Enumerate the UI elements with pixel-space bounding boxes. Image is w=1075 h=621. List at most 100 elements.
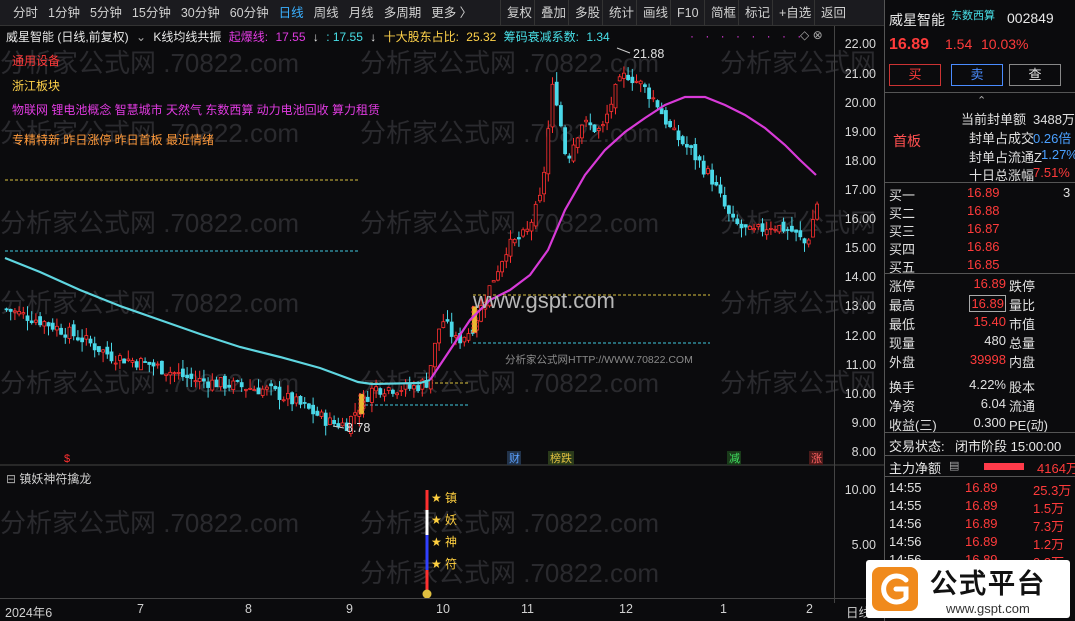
app-window: 分时 1分钟 5分钟 15分钟 30分钟 60分钟 日线 周线 月线 多周期 更… (0, 0, 1075, 621)
draw-line-button[interactable]: 画线 (636, 0, 674, 26)
check-button[interactable]: 查 (1009, 64, 1061, 86)
seal-vol: 0.26倍 (1033, 131, 1072, 146)
tab-monthly[interactable]: 月线 (344, 0, 379, 26)
sell-button[interactable]: 卖 (951, 64, 1003, 86)
candle-body (659, 108, 664, 115)
tab-weekly[interactable]: 周线 (309, 0, 344, 26)
candle-body (180, 368, 185, 378)
candle-body (718, 184, 723, 194)
candle-body (222, 375, 227, 389)
dropdown-arrow-icon[interactable]: ⌄ (136, 30, 146, 44)
collapse-icon[interactable]: ⌃ (977, 94, 986, 107)
candle-body (521, 229, 525, 237)
back-button[interactable]: 返回 (814, 0, 852, 26)
signal-star-1: ★ (431, 491, 442, 505)
settings-icons[interactable]: ◇ ⊗ (800, 28, 823, 42)
add-watchlist-button[interactable]: +自选 (772, 0, 817, 26)
price-tick: 13.00 (844, 299, 876, 313)
candle-body (592, 124, 597, 133)
restore-rights-button[interactable]: 复权 (500, 0, 538, 26)
overlay-button[interactable]: 叠加 (534, 0, 572, 26)
bid-price: 16.86 (967, 239, 1000, 254)
tab-5min[interactable]: 5分钟 (85, 0, 127, 26)
candle-body (743, 224, 748, 228)
chip-label: 筹码衰减系数: (503, 30, 579, 44)
candle-body (105, 346, 110, 355)
candle-body (462, 336, 467, 343)
candle-body (689, 145, 693, 148)
bid-price: 16.85 (967, 257, 1000, 272)
event-cai: 财 (509, 451, 520, 465)
tag-concepts[interactable]: 物联网 锂电池概念 智慧城市 天然气 东数西算 动力电池回收 算力租赁 (12, 101, 380, 118)
candle-body (206, 381, 211, 388)
candle-body (168, 371, 173, 376)
gspt-logo-icon (872, 567, 918, 611)
candle-body (327, 417, 332, 426)
tab-intraday[interactable]: 分时 (8, 0, 43, 26)
signal-label-zhen: 镇 (445, 491, 457, 505)
candle-body (806, 239, 811, 245)
svg-text:分析家公式网 .70822.com: 分析家公式网 .70822.com (360, 208, 659, 238)
bid-label: 买二 (889, 206, 916, 221)
candle-body (159, 360, 164, 375)
last-price: 16.89 (889, 36, 930, 53)
buy-button[interactable]: 买 (889, 64, 941, 86)
candle-body (193, 380, 198, 383)
tag-region[interactable]: 浙江板块 (12, 77, 60, 94)
tab-30min[interactable]: 30分钟 (176, 0, 225, 26)
candle-body (542, 171, 546, 195)
candle-body (517, 237, 521, 240)
stat-label: 涨停 (889, 279, 916, 294)
candle-body (302, 402, 307, 404)
trade-status: 闭市阶段 15:00:00 (955, 439, 1062, 454)
stat-right-label: 市值 (1009, 317, 1036, 332)
candle-body (811, 219, 815, 238)
candle-body (353, 412, 358, 416)
top10-value: 25.32 (466, 30, 497, 44)
candle-body (613, 83, 618, 109)
price-tick: 20.00 (844, 96, 876, 110)
candle-body (445, 319, 450, 322)
tab-1min[interactable]: 1分钟 (43, 0, 85, 26)
period-toolbar: 分时 1分钟 5分钟 15分钟 30分钟 60分钟 日线 周线 月线 多周期 更… (0, 0, 884, 26)
tick-vol: 1.5万 (1033, 501, 1065, 516)
date-tick: 2 (806, 602, 813, 616)
date-axis: 2024年6 7 8 9 10 11 12 1 2 日线 (0, 598, 884, 621)
tab-multi-period[interactable]: 多周期 (379, 0, 427, 26)
tab-60min[interactable]: 60分钟 (225, 0, 274, 26)
list-icon[interactable]: ▤ (949, 459, 959, 472)
seal-amount-label: 当前封单额 (961, 112, 1027, 127)
statistics-button[interactable]: 统计 (602, 0, 640, 26)
price-tick: 22.00 (844, 37, 876, 51)
candle-body (63, 334, 68, 338)
candle-body (285, 392, 290, 400)
candle-body (290, 392, 295, 405)
sub-tick: 5.00 (851, 538, 876, 552)
candle-body (281, 399, 286, 402)
stat-label: 最高 (889, 298, 916, 313)
candle-body (256, 387, 261, 395)
tab-more[interactable]: 更多 〉 (426, 0, 477, 26)
ten-day-value: 7.51% (1033, 165, 1070, 180)
tab-15min[interactable]: 15分钟 (127, 0, 176, 26)
subpanel-title[interactable]: ⊟ 镇妖神符擒龙 (6, 470, 91, 487)
gspt-logo-badge: 公式平台 www.gspt.com (866, 560, 1070, 618)
mark-button[interactable]: 标记 (738, 0, 776, 26)
subpanel-toggle-icon[interactable]: ⊟ (6, 472, 16, 486)
f10-button[interactable]: F10 (670, 0, 705, 26)
concept-tag[interactable]: 东数西算 (951, 7, 995, 23)
tick-price: 16.89 (965, 480, 998, 495)
pct-change: 10.03% (981, 36, 1029, 52)
price-tick: 9.00 (851, 416, 876, 430)
svg-text:分析家公式网 .70822.com: 分析家公式网 .70822.com (360, 48, 659, 78)
candle-body (138, 358, 143, 371)
tab-daily[interactable]: 日线 (274, 0, 309, 26)
multi-stock-button[interactable]: 多股 (568, 0, 606, 26)
simple-frame-button[interactable]: 简框 (704, 0, 742, 26)
tick-time: 14:56 (889, 516, 922, 531)
tag-industry[interactable]: 通用设备 (12, 52, 60, 69)
indicator-name[interactable]: K线均线共振 (153, 30, 221, 44)
stat-label: 换手 (889, 380, 916, 395)
tag-special[interactable]: 专精特新 昨日涨停 昨日首板 最近情绪 (12, 131, 214, 148)
candle-body (727, 205, 731, 214)
